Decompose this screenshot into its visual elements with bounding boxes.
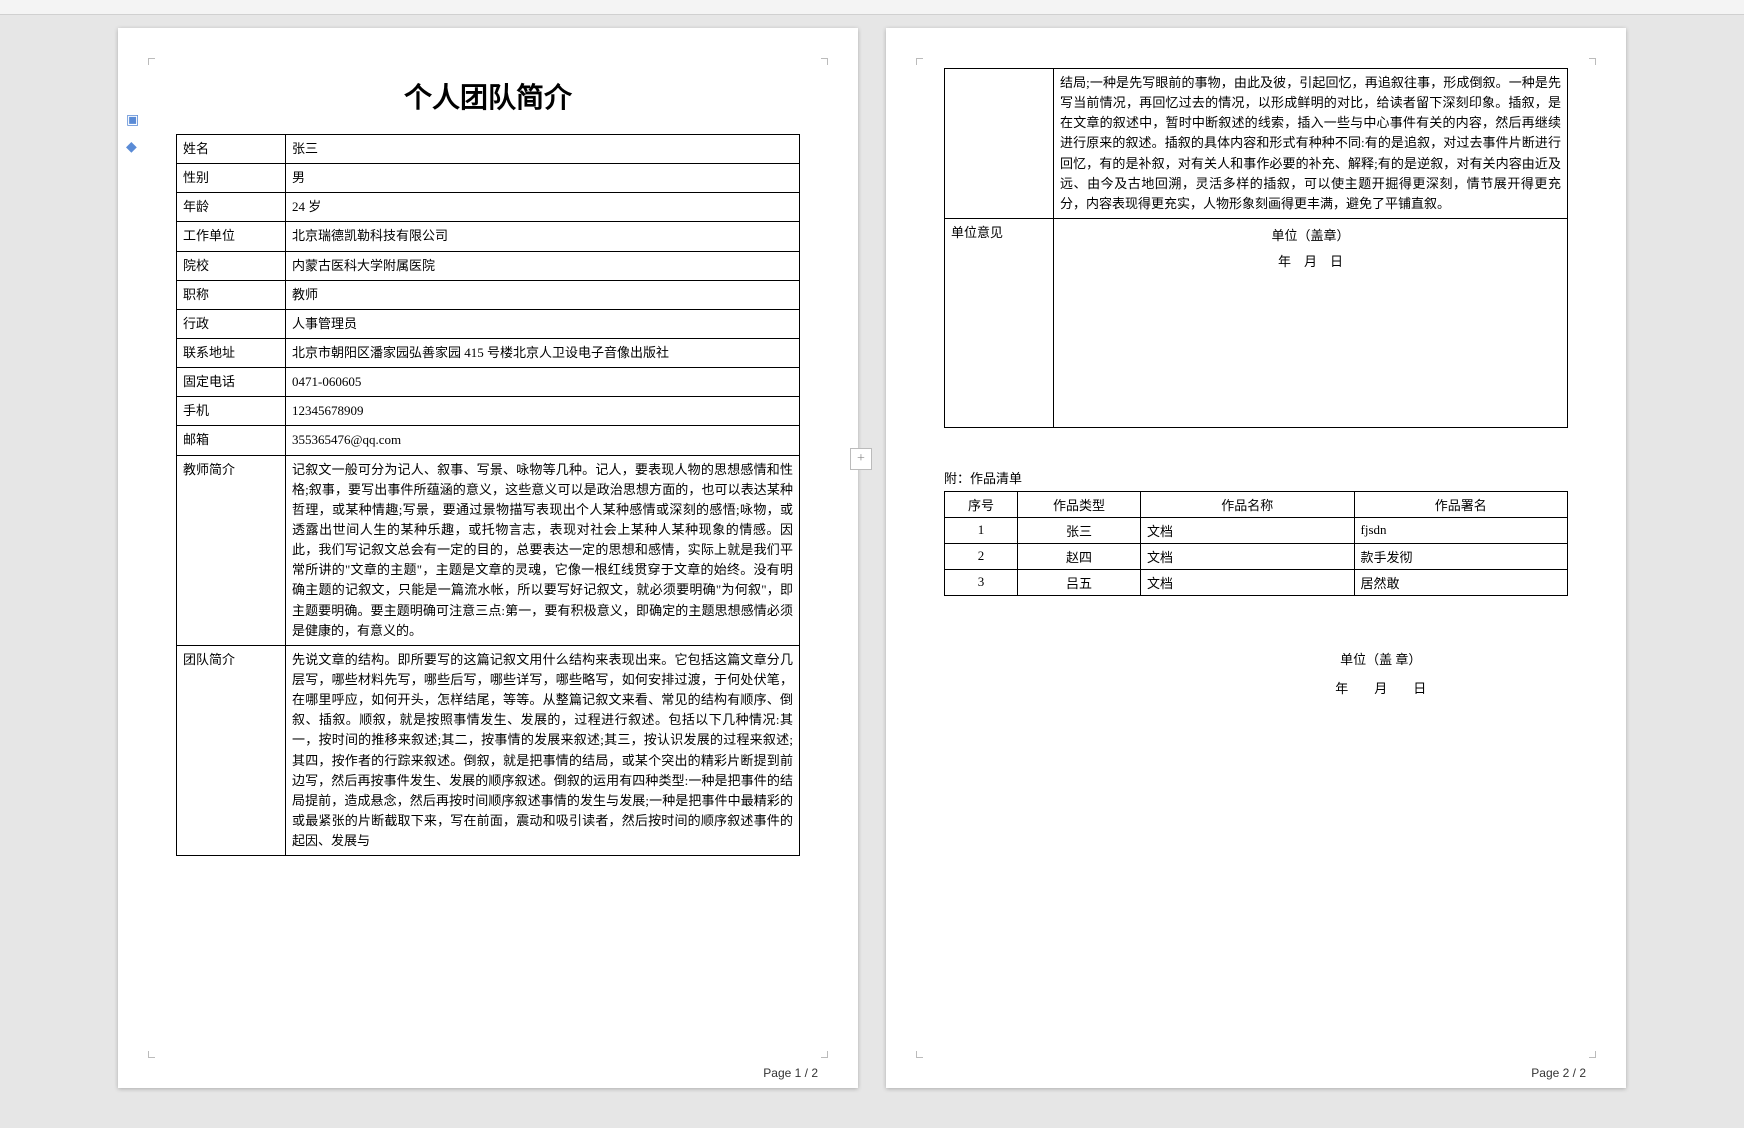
appendix-unit-stamp: 单位（盖 章）	[1194, 646, 1568, 675]
page-1: ▣ ◆ + 个人团队简介 姓名 张三 性别 男 年龄 24 岁 工作单位 北京瑞…	[118, 28, 858, 1088]
appendix: 附：作品清单 序号 作品类型 作品名称 作品署名 1张三文档fjsdn2赵四文档…	[944, 468, 1568, 703]
appendix-title: 附：作品清单	[944, 468, 1568, 487]
value-sex: 男	[286, 164, 800, 193]
value-workunit: 北京瑞德凯勒科技有限公司	[286, 222, 800, 251]
value-team-part2: 结局;一种是先写眼前的事物，由此及彼，引起回忆，再追叙往事，形成倒叙。一种是先写…	[1054, 69, 1568, 219]
works-cell-idx: 3	[945, 569, 1018, 595]
page-2: 结局;一种是先写眼前的事物，由此及彼，引起回忆，再追叙往事，形成倒叙。一种是先写…	[886, 28, 1626, 1088]
works-cell-sign: fjsdn	[1354, 517, 1568, 543]
works-cell-idx: 1	[945, 517, 1018, 543]
opinion-date: 年 月 日	[1060, 249, 1561, 275]
table-row: 1张三文档fjsdn	[945, 517, 1568, 543]
works-h-type: 作品类型	[1018, 491, 1141, 517]
works-cell-name: 文档	[1141, 517, 1355, 543]
label-sex: 性别	[177, 164, 286, 193]
works-table: 序号 作品类型 作品名称 作品署名 1张三文档fjsdn2赵四文档款手发彻3吕五…	[944, 491, 1568, 596]
value-age: 24 岁	[286, 193, 800, 222]
appendix-date: 年 月 日	[1194, 675, 1568, 704]
works-cell-type: 张三	[1018, 517, 1141, 543]
works-cell-type: 赵四	[1018, 543, 1141, 569]
value-mail: 355365476@qq.com	[286, 426, 800, 455]
value-name: 张三	[286, 135, 800, 164]
value-mobile: 12345678909	[286, 397, 800, 426]
value-admin: 人事管理员	[286, 309, 800, 338]
bookmark-icon[interactable]: ▣	[126, 112, 139, 129]
opinion-unit-stamp: 单位（盖章）	[1060, 223, 1561, 249]
value-addr: 北京市朝阳区潘家园弘善家园 415 号楼北京人卫设电子音像出版社	[286, 338, 800, 367]
workspace: ▣ ◆ + 个人团队简介 姓名 张三 性别 男 年龄 24 岁 工作单位 北京瑞…	[0, 0, 1744, 1128]
works-h-idx: 序号	[945, 491, 1018, 517]
info-table-continued: 结局;一种是先写眼前的事物，由此及彼，引起回忆，再追叙往事，形成倒叙。一种是先写…	[944, 68, 1568, 428]
value-team-part1: 先说文章的结构。即所要写的这篇记叙文用什么结构来表现出来。它包括这篇文章分几层写…	[286, 645, 800, 855]
table-row: 2赵四文档款手发彻	[945, 543, 1568, 569]
value-teacher: 记叙文一般可分为记人、叙事、写景、咏物等几种。记人，要表现人物的思想感情和性格;…	[286, 455, 800, 645]
page-gutter-icons: ▣ ◆	[126, 112, 139, 156]
label-opinion: 单位意见	[945, 218, 1054, 427]
label-school: 院校	[177, 251, 286, 280]
works-cell-idx: 2	[945, 543, 1018, 569]
label-team: 团队简介	[177, 645, 286, 855]
works-cell-type: 吕五	[1018, 569, 1141, 595]
label-tel: 固定电话	[177, 368, 286, 397]
label-teacher: 教师简介	[177, 455, 286, 645]
label-mail: 邮箱	[177, 426, 286, 455]
doc-title: 个人团队简介	[176, 76, 800, 116]
label-title: 职称	[177, 280, 286, 309]
works-h-name: 作品名称	[1141, 491, 1355, 517]
info-table: 姓名 张三 性别 男 年龄 24 岁 工作单位 北京瑞德凯勒科技有限公司 院校 …	[176, 134, 800, 856]
page-number-1: Page 1 / 2	[763, 1066, 818, 1080]
label-name: 姓名	[177, 135, 286, 164]
value-tel: 0471-060605	[286, 368, 800, 397]
table-row: 3吕五文档居然敢	[945, 569, 1568, 595]
opinion-cell: 单位（盖章） 年 月 日	[1054, 218, 1568, 427]
works-h-sign: 作品署名	[1354, 491, 1568, 517]
works-cell-sign: 款手发彻	[1354, 543, 1568, 569]
label-admin: 行政	[177, 309, 286, 338]
pin-icon[interactable]: ◆	[126, 139, 139, 156]
ruler-bar	[0, 0, 1744, 15]
value-title: 教师	[286, 280, 800, 309]
label-team-cont	[945, 69, 1054, 219]
works-cell-sign: 居然敢	[1354, 569, 1568, 595]
works-cell-name: 文档	[1141, 569, 1355, 595]
label-workunit: 工作单位	[177, 222, 286, 251]
label-age: 年龄	[177, 193, 286, 222]
label-mobile: 手机	[177, 397, 286, 426]
add-comment-button[interactable]: +	[850, 448, 872, 470]
works-cell-name: 文档	[1141, 543, 1355, 569]
value-school: 内蒙古医科大学附属医院	[286, 251, 800, 280]
page-number-2: Page 2 / 2	[1531, 1066, 1586, 1080]
label-addr: 联系地址	[177, 338, 286, 367]
